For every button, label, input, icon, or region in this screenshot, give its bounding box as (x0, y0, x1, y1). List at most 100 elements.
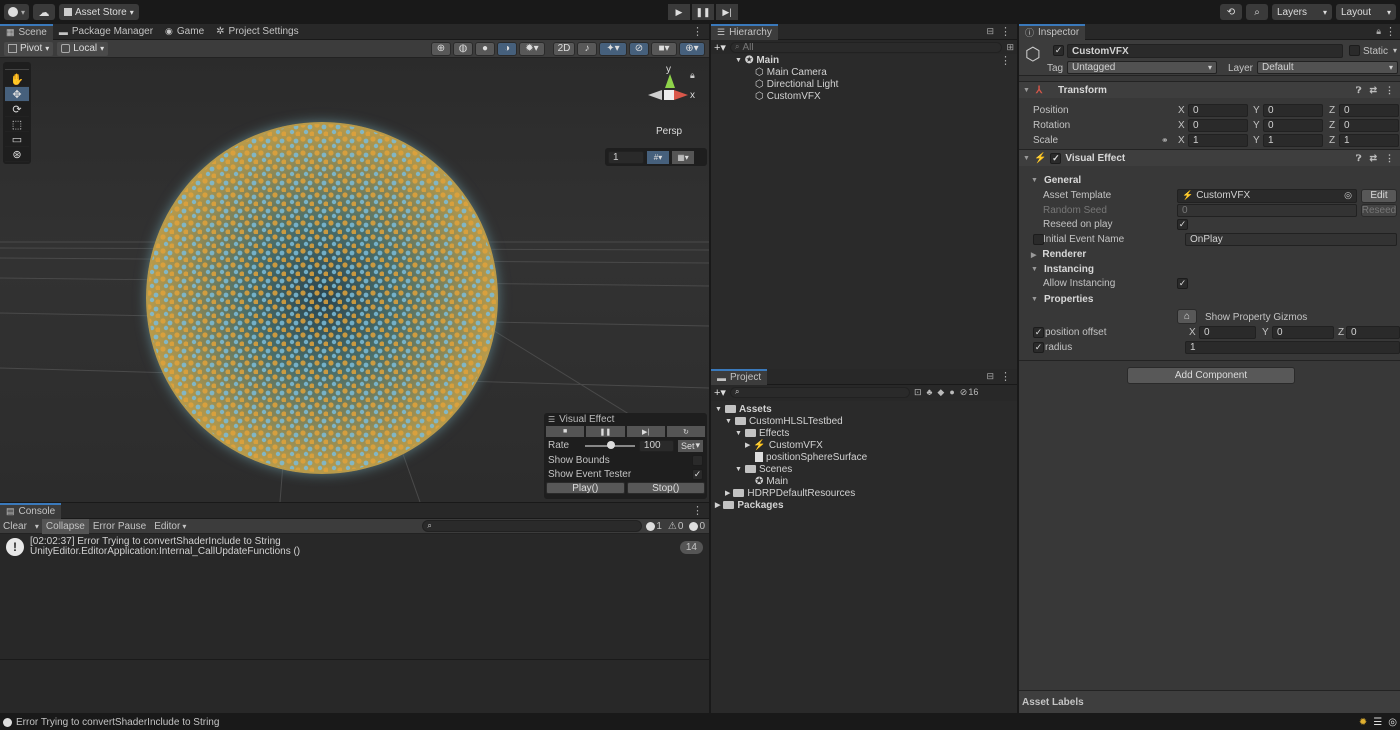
local-dropdown[interactable]: Local ▾ (57, 41, 109, 56)
audio-toggle[interactable]: ♪ (577, 41, 597, 56)
help-icon[interactable]: ❓︎ (1356, 85, 1361, 96)
asset-store-button[interactable]: Asset Store ▾ (59, 4, 139, 20)
show-gizmos-toggle[interactable]: ⌂ (1177, 309, 1197, 324)
add-component-button[interactable]: Add Component (1127, 367, 1295, 384)
more-icon[interactable]: ⋮ (1000, 25, 1011, 38)
more-icon[interactable]: ⋮ (692, 25, 703, 38)
position-offset-y[interactable]: 0 (1272, 326, 1334, 339)
hierarchy-scene-row[interactable]: ▼ ✪ Main (735, 54, 779, 66)
log-count-toggle[interactable]: 0 (689, 521, 705, 532)
pause-button[interactable]: ❚❚ (692, 4, 714, 20)
position-offset-override-checkbox[interactable]: ✓ (1033, 327, 1044, 338)
grid-toggle[interactable]: #▾ (647, 150, 669, 164)
lock-icon[interactable]: ⊟ (986, 371, 994, 382)
search-by-type-icon[interactable]: ⊡ (914, 387, 922, 398)
radius-override-checkbox[interactable]: ✓ (1033, 342, 1044, 353)
layer-dropdown[interactable]: Default ▾ (1257, 61, 1398, 74)
rotate-tool[interactable]: ⟳ (5, 102, 29, 117)
project-item-customvfx[interactable]: ▶ ⚡ CustomVFX (745, 439, 823, 451)
edit-asset-button[interactable]: Edit (1361, 188, 1397, 203)
transform-scale-x[interactable]: 1 (1188, 134, 1248, 147)
position-offset-z[interactable]: 0 (1346, 326, 1400, 339)
tab-project-settings[interactable]: ✲ Project Settings (210, 24, 304, 40)
pivot-dropdown[interactable]: Pivot ▾ (4, 41, 54, 56)
transform-position-z[interactable]: 0 (1339, 104, 1399, 117)
favorite-icon[interactable]: ● (949, 387, 954, 397)
orientation-gizmo[interactable]: y x 🔒︎ Persp (640, 64, 704, 137)
history-button[interactable]: ⟲ (1220, 4, 1242, 20)
reseed-on-play-checkbox[interactable]: ✓ (1177, 219, 1188, 230)
transform-position-y[interactable]: 0 (1263, 104, 1323, 117)
transform-tool[interactable]: ⊛ (5, 147, 29, 162)
transform-rotation-y[interactable]: 0 (1263, 119, 1323, 132)
scene-visibility-icon[interactable]: ⊞ (1006, 42, 1014, 53)
project-item-customhlsltestbed[interactable]: ▼ CustomHLSLTestbed (725, 415, 843, 427)
preset-icon[interactable]: ⇄ (1369, 85, 1377, 96)
rect-tool[interactable]: ▭ (5, 132, 29, 147)
vfx-overlay-header[interactable]: ☰ Visual Effect (544, 413, 707, 425)
console-entry[interactable]: ! [02:02:37] Error Trying to convertShad… (0, 536, 709, 558)
link-icon[interactable]: ⚭ (1161, 135, 1169, 146)
console-search-input[interactable]: ⌕ (422, 520, 643, 532)
radius-field[interactable]: 1 (1185, 341, 1400, 354)
2d-toggle[interactable]: 2D (553, 41, 575, 56)
error-count-toggle[interactable]: 1 (646, 521, 662, 532)
hierarchy-item-customvfx[interactable]: ⬡ CustomVFX (755, 90, 821, 102)
camera-dropdown[interactable]: ■▾ (651, 41, 677, 56)
tab-scene[interactable]: ▦ Scene (0, 23, 53, 40)
persp-label[interactable]: Persp (656, 126, 682, 137)
object-picker-icon[interactable]: ◎ (1344, 190, 1352, 201)
project-item-effects[interactable]: ▼ Effects (735, 427, 789, 439)
vfx-restart-button[interactable]: ↻ (666, 426, 705, 437)
layout-dropdown[interactable]: Layout ▾ (1336, 4, 1396, 20)
play-button[interactable]: ▶ (668, 4, 690, 20)
lock-icon[interactable]: 🔒︎ (1376, 26, 1381, 37)
allow-instancing-checkbox[interactable]: ✓ (1177, 278, 1188, 289)
project-item-packages[interactable]: ▶ Packages (715, 499, 784, 511)
effects-dropdown[interactable]: ✦▾ (599, 41, 627, 56)
rate-slider[interactable] (584, 440, 635, 449)
more-icon[interactable]: ⋮ (1000, 370, 1011, 383)
play-event-button[interactable]: Play() (546, 482, 625, 494)
bug-icon[interactable]: ✹ (1359, 717, 1367, 728)
tab-hierarchy[interactable]: ☰ Hierarchy (711, 23, 778, 40)
search-by-label-icon[interactable]: ♣ (927, 387, 933, 397)
more-icon[interactable]: ⋮ (692, 504, 703, 517)
hierarchy-item-directional-light[interactable]: ⬡ Directional Light (755, 78, 838, 90)
snap-toggle[interactable]: ▦▾ (672, 150, 694, 164)
project-item-positionspheresurface[interactable]: positionSphereSurface (755, 451, 867, 463)
project-item-scenes[interactable]: ▼ Scenes (735, 463, 792, 475)
tag-icon[interactable]: ◆ (937, 387, 944, 398)
collapse-toggle[interactable]: Collapse (41, 518, 89, 534)
tab-inspector[interactable]: ⓘ Inspector (1019, 23, 1086, 40)
scene-viewport[interactable]: ✋ ✥ ⟳ ⬚ ▭ ⊛ y x 🔒︎ Persp 1 #▾ ▦▾ ☰ Visual… (0, 58, 709, 502)
tab-console[interactable]: ▤ Console (0, 502, 62, 519)
chevron-down-icon[interactable]: ▾ (1393, 46, 1397, 55)
project-item-assets[interactable]: ▼ Assets (715, 403, 772, 415)
more-icon[interactable]: ⋮ (1385, 153, 1394, 164)
error-pause-toggle[interactable]: Error Pause (89, 519, 150, 534)
transform-scale-y[interactable]: 1 (1263, 134, 1323, 147)
search-button[interactable]: ⌕ (1246, 4, 1268, 20)
project-item-hdrpdefaultresources[interactable]: ▶ HDRPDefaultResources (725, 487, 855, 499)
preset-icon[interactable]: ⇄ (1369, 153, 1377, 164)
rate-set-dropdown[interactable]: Set ▾ (677, 439, 703, 452)
cache-icon[interactable]: ☰ (1373, 717, 1382, 728)
console-detail-divider[interactable] (0, 659, 709, 660)
tab-game[interactable]: ◉ Game (159, 24, 210, 40)
rate-slider-thumb[interactable] (606, 440, 615, 449)
transform-rotation-z[interactable]: 0 (1339, 119, 1399, 132)
static-checkbox[interactable] (1349, 45, 1360, 56)
more-icon[interactable]: ⋮ (1385, 85, 1394, 96)
account-dropdown[interactable]: ▾ (4, 4, 30, 20)
step-button[interactable]: ▶| (716, 4, 738, 20)
scale-tool[interactable]: ⬚ (5, 117, 29, 132)
rate-field[interactable]: 100 (638, 439, 674, 452)
shaded-button[interactable]: ● (475, 41, 495, 56)
tab-project[interactable]: ▬ Project (711, 368, 768, 385)
transform-rotation-x[interactable]: 0 (1188, 119, 1248, 132)
stop-event-button[interactable]: Stop() (626, 482, 705, 494)
project-search-input[interactable]: ⌕ (729, 386, 910, 398)
transform-scale-z[interactable]: 1 (1339, 134, 1399, 147)
hierarchy-search-input[interactable]: ⌕ All (729, 41, 1003, 53)
